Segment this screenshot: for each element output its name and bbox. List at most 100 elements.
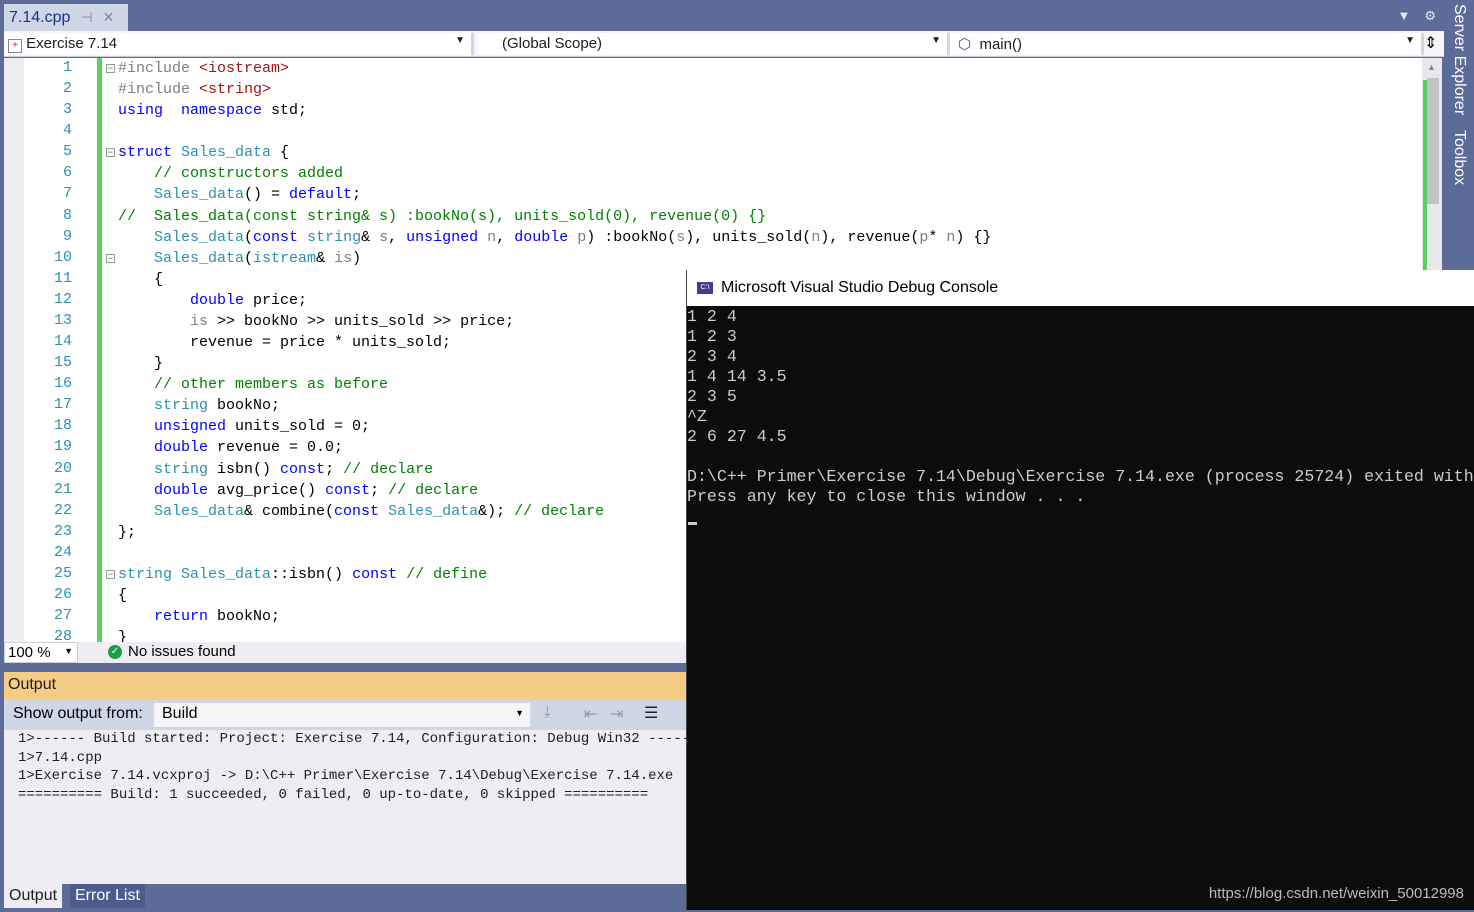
code-line: is >> bookNo >> units_sold >> price; <box>118 311 514 332</box>
console-title: Microsoft Visual Studio Debug Console <box>721 279 999 296</box>
line-number: 14 <box>53 333 72 351</box>
line-number: 19 <box>53 438 72 456</box>
code-token: const <box>352 565 398 583</box>
code-token: Sales_data <box>154 186 245 204</box>
project-dropdown[interactable]: + Exercise 7.14 ▼ <box>4 33 474 55</box>
server-explorer-tab[interactable]: Server Explorer <box>1450 4 1468 115</box>
close-icon[interactable]: ✕ <box>103 9 115 26</box>
code-token: struct <box>118 144 173 162</box>
show-output-label: Show output from: <box>13 705 143 722</box>
code-token: const <box>334 502 380 520</box>
console-app-icon: C:\ <box>697 282 713 294</box>
code-token: ; <box>370 481 389 499</box>
console-line: Press any key to close this window . . . <box>687 487 1086 506</box>
tab-tools: ▼ ⚙ <box>1397 8 1436 24</box>
scope-dropdown[interactable]: (Global Scope) ▼ <box>478 33 950 55</box>
code-token: is <box>334 249 353 267</box>
code-token: Sales_data <box>154 249 245 267</box>
console-line: 1 2 4 <box>687 307 737 326</box>
issues-indicator[interactable]: ✓ No issues found <box>108 643 236 660</box>
output-source-dropdown[interactable]: Build ▼ <box>154 703 530 727</box>
split-icon[interactable]: ⇕ <box>1424 33 1437 53</box>
code-token: ) {} <box>955 228 992 246</box>
code-line: }; <box>118 522 136 543</box>
project-name: Exercise 7.14 <box>26 35 118 52</box>
code-token: >> bookNo >> units_sold >> price; <box>208 312 515 330</box>
chevron-down-icon: ▼ <box>1405 35 1415 46</box>
change-tracking-bar <box>97 58 102 642</box>
code-token: const <box>280 460 326 478</box>
gear-icon[interactable]: ⚙ <box>1424 8 1436 24</box>
debug-console-window[interactable]: C:\ Microsoft Visual Studio Debug Consol… <box>686 270 1474 910</box>
code-token: istream <box>253 249 317 267</box>
code-token: // define <box>406 565 488 583</box>
scroll-thumb[interactable] <box>1427 78 1439 204</box>
console-line: ^Z <box>687 407 707 426</box>
code-token: // declare <box>343 460 434 478</box>
code-token: double <box>190 291 245 309</box>
toolbox-tab[interactable]: Toolbox <box>1450 130 1468 185</box>
collapse-icon[interactable]: − <box>106 253 115 263</box>
code-token: ; <box>352 186 362 204</box>
method-icon: ⬡ <box>958 36 972 53</box>
tab-error-list[interactable]: Error List <box>70 884 145 908</box>
tab-output[interactable]: Output <box>4 884 63 908</box>
output-text[interactable]: 1>------ Build started: Project: Exercis… <box>4 730 686 884</box>
line-number: 2 <box>62 80 72 98</box>
code-line: Sales_data() = default; <box>118 184 361 205</box>
code-line: } <box>118 627 127 642</box>
collapse-icon[interactable]: − <box>106 64 115 73</box>
chevron-down-icon: ▼ <box>515 708 524 718</box>
line-number: 21 <box>53 480 72 498</box>
code-line: // Sales_data(const string& s) :bookNo(s… <box>118 206 766 227</box>
line-number: 9 <box>62 227 72 245</box>
code-token: units_sold = 0; <box>226 418 371 436</box>
line-number: 5 <box>62 143 72 161</box>
code-line: string isbn() const; // declare <box>118 459 433 480</box>
code-token: ) <box>352 249 362 267</box>
code-token: & <box>316 249 335 267</box>
code-token: { <box>118 587 128 604</box>
console-line: D:\C++ Primer\Exercise 7.14\Debug\Exerci… <box>687 467 1474 486</box>
line-number: 15 <box>53 354 72 372</box>
code-line: using namespace std; <box>118 100 307 121</box>
member-dropdown[interactable]: ⬡ main() ▼ <box>950 33 1424 55</box>
code-token: // constructors added <box>154 165 344 183</box>
code-token: <string> <box>199 81 272 99</box>
code-token: avg_price() <box>208 481 326 499</box>
next-message-icon[interactable]: ⇥ <box>610 704 623 724</box>
line-number: 27 <box>53 607 72 625</box>
code-token: s <box>379 228 389 246</box>
clear-all-icon[interactable]: ☰ <box>644 703 658 723</box>
line-number: 11 <box>53 269 72 287</box>
line-number: 25 <box>53 564 72 582</box>
code-token: bookNo; <box>208 608 281 626</box>
chevron-down-icon[interactable]: ▼ <box>1397 8 1410 24</box>
previous-message-icon[interactable]: ⇤ <box>584 704 597 724</box>
code-token: price; <box>244 291 308 309</box>
collapse-icon[interactable]: − <box>106 148 115 158</box>
code-token: revenue = 0.0; <box>208 439 344 457</box>
find-message-icon[interactable]: ⤓ <box>544 704 551 722</box>
line-number: 1 <box>62 59 72 76</box>
zoom-dropdown[interactable]: 100 % ▼ <box>4 642 78 663</box>
tab-7-14-cpp[interactable]: 7.14.cpp ⊣ ✕ <box>4 4 128 31</box>
code-token: #include <box>118 60 200 77</box>
scroll-up-icon[interactable]: ▲ <box>1427 62 1436 72</box>
code-token: ), units_sold( <box>685 228 812 246</box>
pin-icon[interactable]: ⊣ <box>80 9 92 26</box>
code-token: p <box>577 228 587 246</box>
console-line: 2 3 5 <box>687 387 737 406</box>
collapse-icon[interactable]: − <box>106 569 115 579</box>
code-token: { <box>271 144 290 162</box>
code-token: ::isbn() <box>271 565 353 583</box>
